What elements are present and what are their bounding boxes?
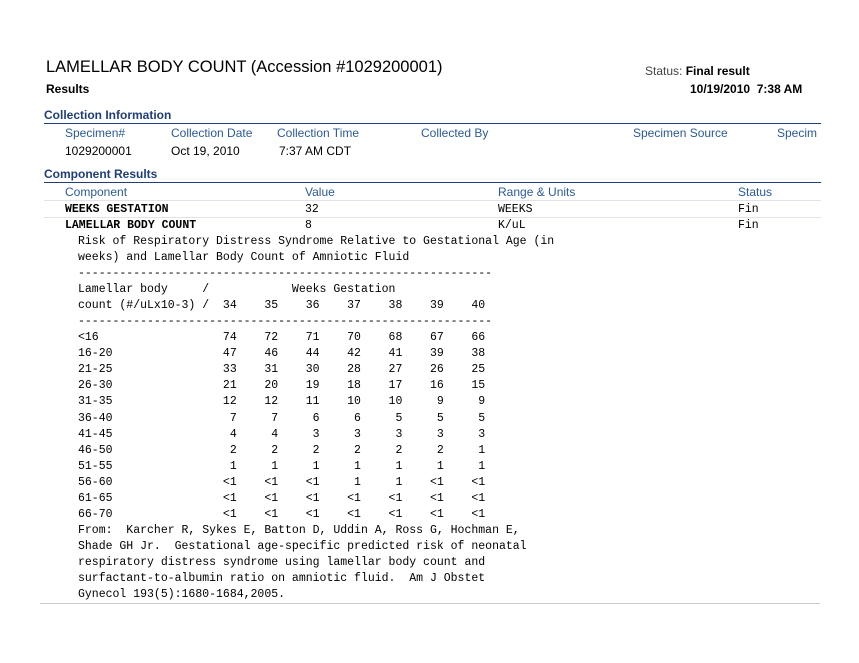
comment-line: From: Karcher R, Sykes E, Batton D, Uddi… bbox=[78, 523, 520, 537]
result-comment: Risk of Respiratory Distress Syndrome Re… bbox=[78, 234, 554, 603]
comment-line: weeks) and Lamellar Body Count of Amniot… bbox=[78, 251, 410, 265]
col-component: Component bbox=[65, 185, 128, 199]
component-section-rule bbox=[44, 182, 821, 183]
status-label: Status: bbox=[645, 64, 683, 78]
component-section-title: Component Results bbox=[44, 167, 158, 181]
component-status: Fin bbox=[738, 219, 759, 232]
comment-line: 41-45 4 4 3 3 3 3 3 bbox=[78, 427, 486, 441]
comment-line: 46-50 2 2 2 2 2 2 1 bbox=[78, 443, 486, 457]
col-range-units: Range & Units bbox=[498, 185, 576, 199]
collection-section-rule bbox=[44, 123, 821, 124]
component-value: 8 bbox=[305, 219, 312, 232]
comment-line: Lamellar body / Weeks Gestation bbox=[78, 283, 396, 297]
comment-line: 21-25 33 31 30 28 27 26 25 bbox=[78, 363, 486, 377]
comment-line: 16-20 47 46 44 42 41 39 38 bbox=[78, 347, 486, 361]
comment-line: ----------------------------------------… bbox=[78, 267, 493, 281]
collection-section-title: Collection Information bbox=[44, 108, 172, 122]
collection-time-value: 7:37 AM CDT bbox=[279, 144, 352, 158]
results-label: Results bbox=[46, 82, 90, 96]
comment-line: Shade GH Jr. Gestational age-specific pr… bbox=[78, 539, 527, 553]
comment-line: 56-60 <1 <1 <1 1 1 <1 <1 bbox=[78, 475, 486, 489]
component-name: LAMELLAR BODY COUNT bbox=[65, 219, 197, 232]
comment-line: <16 74 72 71 70 68 67 66 bbox=[78, 331, 486, 345]
component-status: Fin bbox=[738, 203, 759, 216]
report-bottom-rule bbox=[40, 603, 820, 604]
comment-line: surfactant-to-albumin ratio on amniotic … bbox=[78, 571, 486, 585]
col-value: Value bbox=[305, 185, 335, 199]
col-collection-time: Collection Time bbox=[277, 126, 360, 140]
comment-line: 26-30 21 20 19 18 17 16 15 bbox=[78, 379, 486, 393]
component-range-units: WEEKS bbox=[498, 203, 533, 216]
comment-line: respiratory distress syndrome using lame… bbox=[78, 555, 486, 569]
comment-line: ----------------------------------------… bbox=[78, 315, 493, 329]
status-value: Final result bbox=[685, 64, 750, 78]
comment-line: 51-55 1 1 1 1 1 1 1 bbox=[78, 459, 486, 473]
comment-line: Risk of Respiratory Distress Syndrome Re… bbox=[78, 235, 555, 248]
status-indicator: Status: Final result bbox=[645, 64, 750, 78]
col-specimen-truncated: Specim bbox=[777, 126, 818, 140]
comment-line: count (#/uLx10-3) / 34 35 36 37 38 39 40 bbox=[78, 299, 486, 313]
result-datetime: 10/19/2010 7:38 AM bbox=[690, 82, 803, 96]
row-divider bbox=[44, 200, 821, 201]
comment-line: 61-65 <1 <1 <1 <1 <1 <1 <1 bbox=[78, 491, 486, 505]
component-range-units: K/uL bbox=[498, 219, 526, 232]
component-name: WEEKS GESTATION bbox=[65, 203, 169, 216]
specimen-number-value: 1029200001 bbox=[65, 144, 132, 158]
col-collected-by: Collected By bbox=[421, 126, 489, 140]
row-divider bbox=[44, 217, 821, 218]
comment-line: Gynecol 193(5):1680-1684,2005. bbox=[78, 588, 286, 602]
col-status: Status bbox=[738, 185, 773, 199]
report-title: LAMELLAR BODY COUNT (Accession #10292000… bbox=[46, 58, 443, 76]
col-collection-date: Collection Date bbox=[171, 126, 253, 140]
comment-line: 66-70 <1 <1 <1 <1 <1 <1 <1 bbox=[78, 507, 486, 521]
col-specimen-number: Specimen# bbox=[65, 126, 126, 140]
component-value: 32 bbox=[305, 203, 319, 216]
comment-line: 36-40 7 7 6 6 5 5 5 bbox=[78, 411, 486, 425]
col-specimen-source: Specimen Source bbox=[633, 126, 728, 140]
comment-line: 31-35 12 12 11 10 10 9 9 bbox=[78, 395, 486, 409]
collection-date-value: Oct 19, 2010 bbox=[171, 144, 240, 158]
